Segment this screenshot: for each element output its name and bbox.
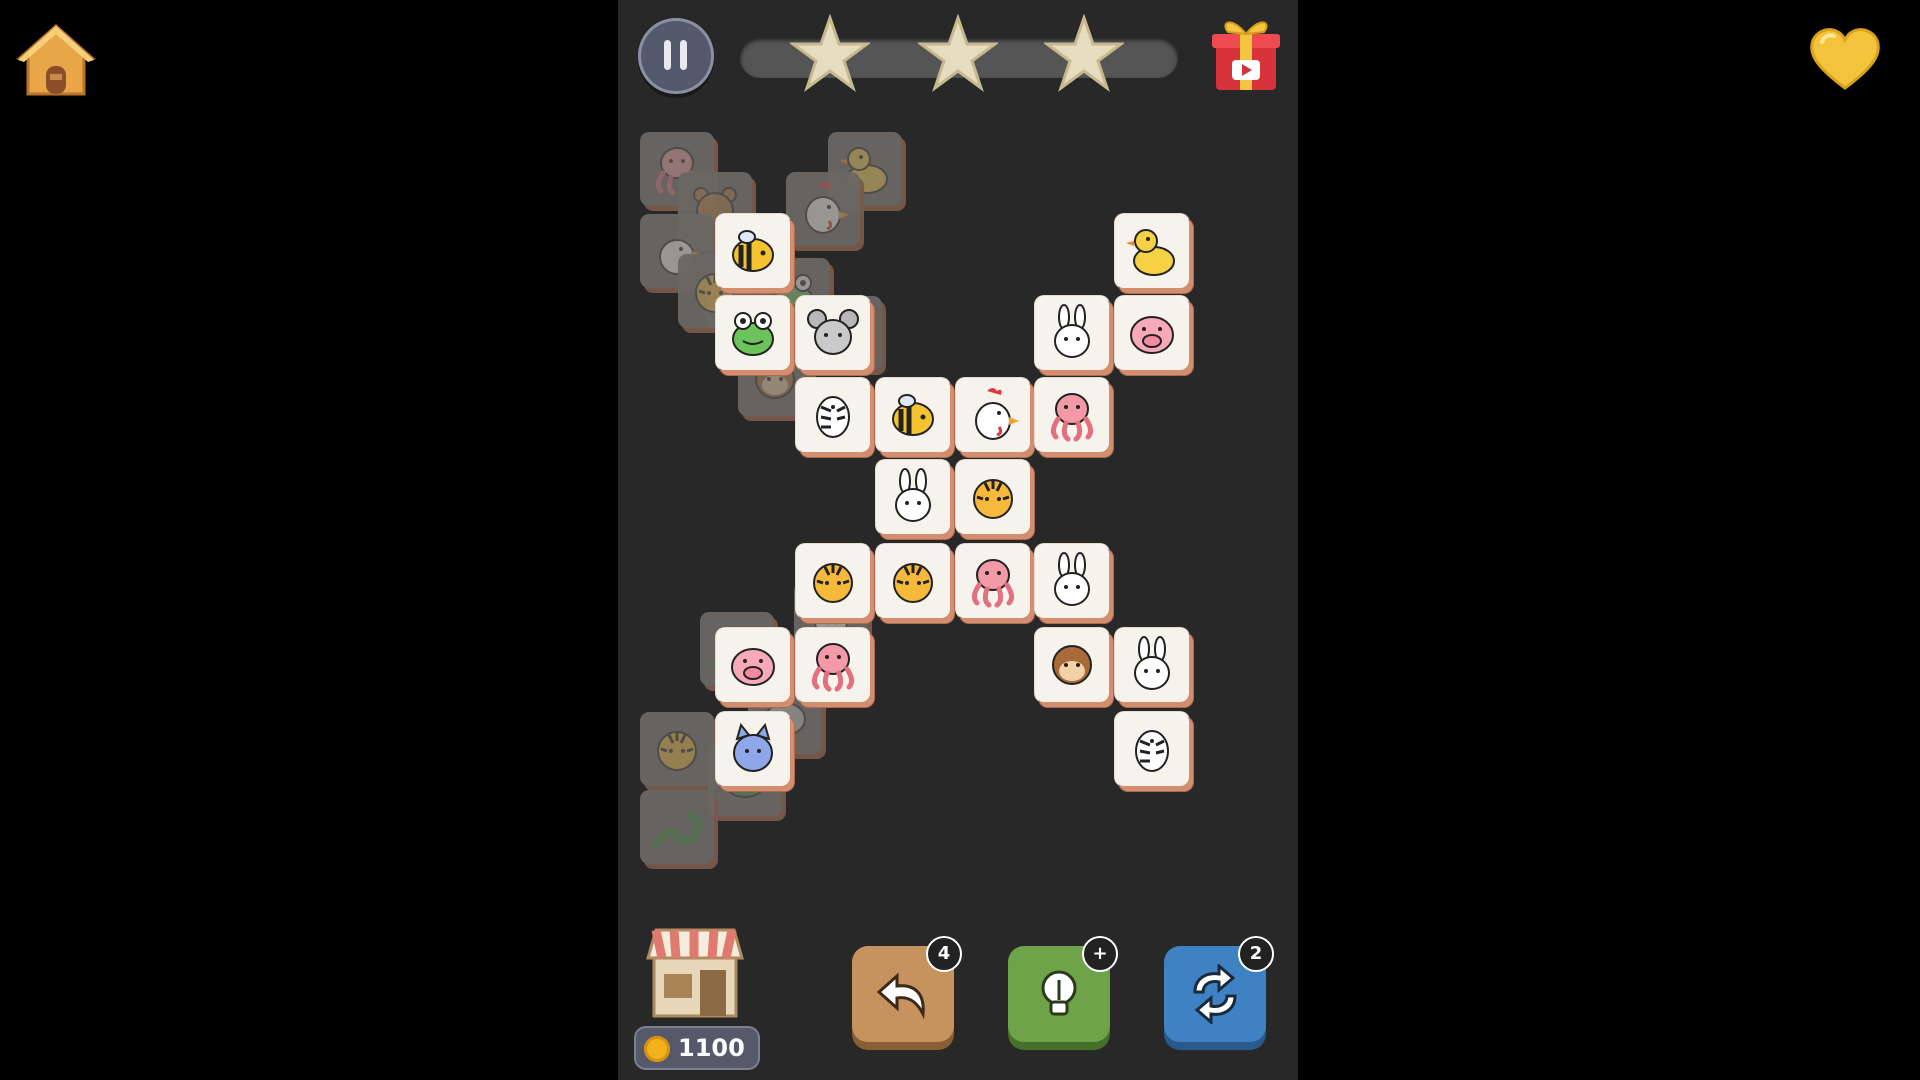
rooster-icon — [956, 378, 1030, 452]
coin-count: 1100 — [678, 1034, 745, 1062]
bee-icon — [876, 378, 950, 452]
undo-arrow-icon — [876, 972, 925, 1020]
tile-zebra[interactable] — [796, 378, 874, 456]
house-icon — [16, 23, 96, 96]
covered-tile-tiger — [640, 712, 718, 790]
heart-icon — [1810, 28, 1880, 90]
tiger-icon — [876, 544, 950, 618]
rooster-icon — [786, 172, 860, 246]
shuffle-count-badge: 2 — [1238, 936, 1274, 972]
tile-zebra[interactable] — [1115, 712, 1193, 790]
frog-icon — [716, 296, 790, 370]
tile-rabbit[interactable] — [1035, 296, 1113, 374]
tile-octopus[interactable] — [956, 544, 1034, 622]
zebra-icon — [796, 378, 870, 452]
pig-icon — [1115, 296, 1189, 370]
mouse-icon — [796, 296, 870, 370]
shuffle-arrows-icon — [1193, 964, 1237, 1024]
monkey-icon — [1035, 628, 1109, 702]
tile-mouse[interactable] — [796, 296, 874, 374]
game-board-area: 1100 4 + 2 — [618, 0, 1298, 1080]
tiger-icon — [956, 460, 1030, 534]
octopus-icon — [796, 628, 870, 702]
shuffle-button[interactable]: 2 — [1164, 936, 1274, 1050]
tile-rooster[interactable] — [956, 378, 1034, 456]
coin-balance: 1100 — [634, 1026, 760, 1070]
hint-add-badge: + — [1082, 936, 1118, 972]
tile-octopus[interactable] — [796, 628, 874, 706]
home-button[interactable] — [16, 22, 96, 98]
octopus-icon — [1035, 378, 1109, 452]
bee-icon — [716, 214, 790, 288]
tile-tiger[interactable] — [796, 544, 874, 622]
tile-bee[interactable] — [716, 214, 794, 292]
tiger-icon — [640, 712, 714, 786]
tile-frog[interactable] — [716, 296, 794, 374]
covered-tile-rooster — [786, 172, 864, 250]
tile-rabbit[interactable] — [1035, 544, 1113, 622]
tile-cat[interactable] — [716, 712, 794, 790]
lightbulb-icon — [1041, 970, 1077, 1016]
tile-tiger[interactable] — [956, 460, 1034, 538]
shop-button[interactable] — [640, 918, 750, 1018]
rabbit-icon — [1035, 296, 1109, 370]
rabbit-icon — [1115, 628, 1189, 702]
pig-icon — [716, 628, 790, 702]
lives-heart-button[interactable] — [1808, 26, 1882, 92]
undo-count-badge: 4 — [926, 936, 962, 972]
covered-tile-snake — [640, 790, 718, 868]
cat-icon — [716, 712, 790, 786]
coin-icon — [644, 1036, 670, 1062]
tile-octopus[interactable] — [1035, 378, 1113, 456]
shop-icon — [646, 928, 744, 1018]
duck-icon — [1115, 214, 1189, 288]
tile-bee[interactable] — [876, 378, 954, 456]
tile-pig[interactable] — [1115, 296, 1193, 374]
tile-rabbit[interactable] — [876, 460, 954, 538]
tile-monkey[interactable] — [1035, 628, 1113, 706]
rabbit-icon — [876, 460, 950, 534]
tiger-icon — [796, 544, 870, 618]
undo-button[interactable]: 4 — [852, 936, 962, 1050]
octopus-icon — [956, 544, 1030, 618]
hint-button[interactable]: + — [1008, 936, 1118, 1050]
tile-board — [618, 0, 1298, 900]
tile-duck[interactable] — [1115, 214, 1193, 292]
tile-rabbit[interactable] — [1115, 628, 1193, 706]
zebra-icon — [1115, 712, 1189, 786]
snake-icon — [640, 790, 714, 864]
rabbit-icon — [1035, 544, 1109, 618]
tile-tiger[interactable] — [876, 544, 954, 622]
tile-pig[interactable] — [716, 628, 794, 706]
